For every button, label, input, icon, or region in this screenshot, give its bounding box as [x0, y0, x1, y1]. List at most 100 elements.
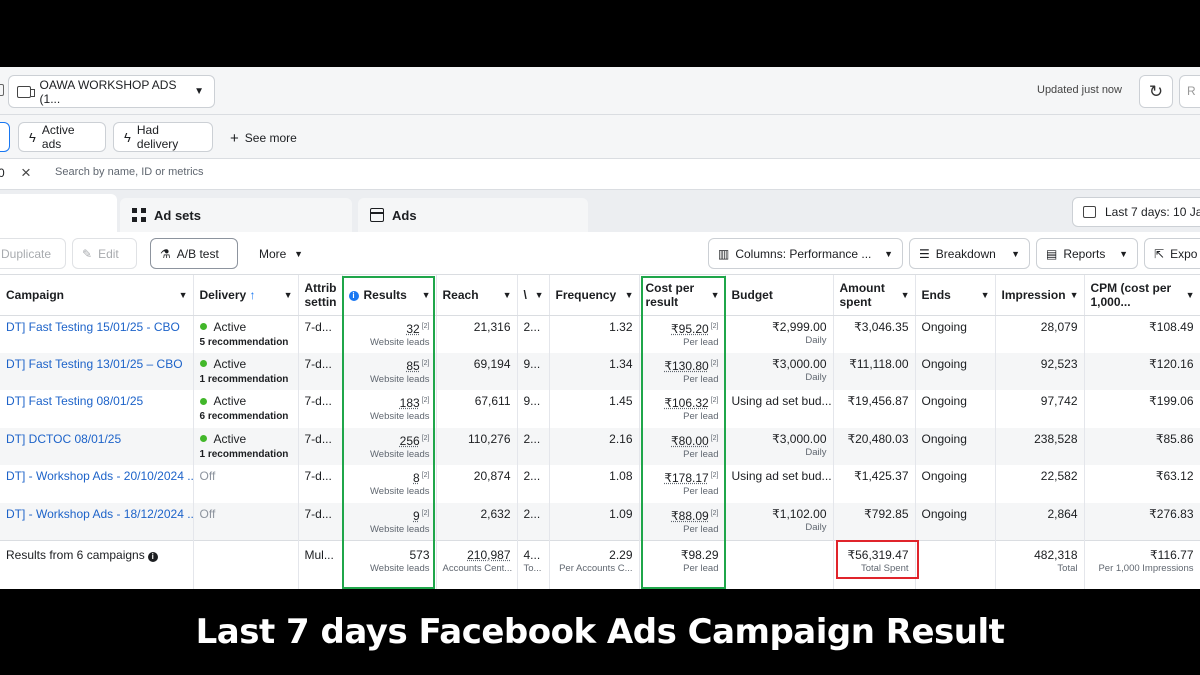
reach-cell: 110,276 [436, 427, 518, 465]
totals-budget-cell [725, 539, 834, 589]
column-header-frequency[interactable]: Frequency ▼ [549, 275, 640, 316]
results-sub: Website leads [370, 411, 430, 422]
totals-truncated-sub: To... [523, 562, 542, 574]
column-header-attribution[interactable]: Attrib settin [298, 275, 343, 316]
footnote-icon: [2] [710, 472, 719, 479]
columns-button[interactable]: ▥ Columns: Performance ... ▼ [708, 238, 903, 269]
header-label: Budget [731, 287, 773, 302]
duplicate-button[interactable]: Duplicate [0, 238, 66, 269]
column-header-delivery[interactable]: Delivery ↑ ▼ [193, 275, 299, 316]
recommendation-text[interactable]: 1 recommendation [200, 373, 292, 387]
caret-down-icon: ▼ [900, 290, 910, 300]
info-icon[interactable]: i [147, 551, 158, 562]
campaign-name-link[interactable]: DT] Fast Testing 15/01/25 - CBO [6, 320, 180, 334]
filter-row: ϟ Active ads ϟ Had delivery + See more [0, 115, 1200, 159]
cost-value: ₹88.09 [671, 508, 709, 523]
totals-label-cell: Results from 6 campaigns i [0, 539, 194, 589]
cost-sub: Per lead [683, 486, 719, 497]
tab-campaigns[interactable] [0, 194, 117, 232]
column-header-results[interactable]: i Results ▼ [342, 275, 437, 316]
ends-cell: Ongoing [915, 390, 996, 428]
campaign-cell[interactable]: DT] DCTOC 08/01/25 [0, 427, 194, 465]
column-header-impressions[interactable]: Impression ▼ [995, 275, 1085, 316]
results-header-text: Results [363, 287, 407, 302]
results-value: 85 [406, 358, 420, 373]
more-button[interactable]: More ▼ [250, 238, 312, 269]
recommendation-text[interactable]: 5 recommendation [200, 336, 292, 350]
table-row[interactable]: DT] DCTOC 08/01/25 Active 1 recommendation… [0, 427, 1200, 465]
column-header-amount-spent[interactable]: Amount spent ▼ [833, 275, 916, 316]
campaign-cell[interactable]: DT] - Workshop Ads - 18/12/2024 ... [0, 502, 194, 540]
footnote-icon: [2] [421, 434, 430, 442]
budget-value: ₹3,000.00 [772, 356, 827, 371]
ab-test-button[interactable]: ⚗ A/B test [150, 238, 238, 269]
ends-value: Ongoing [921, 506, 967, 521]
delivery-cell: Active 1 recommendation [193, 352, 299, 390]
column-header-reach[interactable]: Reach ▼ [436, 275, 518, 316]
campaign-cell[interactable]: DT] Fast Testing 08/01/25 [0, 390, 194, 428]
column-header-ends[interactable]: Ends ▼ [915, 275, 996, 316]
refresh-button[interactable]: ↻ [1139, 75, 1173, 108]
totals-truncated: 4... [523, 547, 541, 562]
panel-icon[interactable] [0, 84, 4, 96]
recommendation-text[interactable]: 1 recommendation [200, 448, 292, 462]
table-row[interactable]: DT] Fast Testing 13/01/25 – CBO Active 1 r… [0, 352, 1200, 390]
truncated-cell: 2... [517, 427, 550, 465]
table-row[interactable]: DT] - Workshop Ads - 18/12/2024 ... Off 7-… [0, 502, 1200, 540]
table-row[interactable]: DT] Fast Testing 08/01/25 Active 6 recomme… [0, 390, 1200, 428]
spent-cell: ₹11,118.00 [833, 352, 916, 390]
filter-chip-selected[interactable] [0, 122, 10, 152]
column-header-truncated[interactable]: \ ▼ [517, 275, 550, 316]
info-icon: i [348, 290, 359, 301]
close-icon[interactable]: × [21, 163, 31, 183]
edit-button[interactable]: ✎ Edit [72, 238, 137, 269]
active-dot-icon [199, 360, 207, 367]
reports-label: Reports [1063, 246, 1106, 261]
date-range-picker[interactable]: Last 7 days: 10 Jan [1072, 197, 1200, 227]
recommendation-text[interactable]: 6 recommendation [200, 410, 292, 424]
account-selector[interactable]: OAWA WORKSHOP ADS (1... ▼ [8, 75, 215, 108]
impressions-value: 28,079 [1040, 319, 1078, 334]
column-header-cost-per-result[interactable]: Cost per result ▼ [639, 275, 726, 316]
results-cell: 256 [2] Website leads [342, 427, 437, 465]
search-input[interactable] [55, 166, 555, 178]
active-dot-icon [199, 435, 207, 442]
results-value: 256 [399, 433, 420, 448]
campaign-cell[interactable]: DT] - Workshop Ads - 20/10/2024 ... [0, 465, 194, 503]
active-ads-filter[interactable]: ϟ Active ads [18, 122, 106, 152]
reach-value: 110,276 [468, 431, 511, 446]
footnote-icon: [2] [710, 509, 719, 517]
breakdown-button[interactable]: ☰ Breakdown ▼ [909, 238, 1030, 269]
campaign-name-link[interactable]: DT] Fast Testing 13/01/25 – CBO [6, 357, 183, 371]
campaign-name-link[interactable]: DT] Fast Testing 08/01/25 [6, 394, 143, 408]
totals-reach-cell: 210,987 Accounts Cent... [436, 539, 518, 589]
cost-value: ₹95.20 [671, 321, 709, 336]
results-sub: Website leads [370, 486, 430, 497]
totals-results-cell: 573 Website leads [342, 539, 437, 589]
had-delivery-filter[interactable]: ϟ Had delivery [113, 122, 213, 152]
budget-cell: ₹3,000.00 Daily [725, 427, 834, 465]
campaign-name-link[interactable]: DT] DCTOC 08/01/25 [6, 432, 121, 446]
campaign-cell[interactable]: DT] Fast Testing 13/01/25 – CBO [0, 352, 194, 390]
column-header-campaign[interactable]: Campaign ▼ [0, 275, 194, 316]
export-button[interactable]: ⇱ Expo [1144, 238, 1200, 269]
cost-value: ₹80.00 [671, 433, 709, 448]
bolt-icon: ϟ [124, 129, 131, 145]
frequency-value: 1.09 [609, 506, 633, 521]
reports-button[interactable]: ▤ Reports ▼ [1036, 238, 1138, 269]
campaign-cell[interactable]: DT] Fast Testing 15/01/25 - CBO [0, 315, 194, 353]
review-button[interactable]: R [1179, 75, 1200, 108]
table-row[interactable]: DT] - Workshop Ads - 20/10/2024 ... Off 7-… [0, 465, 1200, 503]
cost-cell: ₹95.20 [2] Per lead [639, 315, 726, 353]
column-header-budget[interactable]: Budget [725, 275, 834, 316]
see-more-button[interactable]: + See more [230, 130, 297, 147]
campaign-name-link[interactable]: DT] - Workshop Ads - 20/10/2024 ... [6, 469, 192, 483]
campaign-name-link[interactable]: DT] - Workshop Ads - 18/12/2024 ... [6, 507, 192, 521]
column-header-cpm[interactable]: CPM (cost per 1,000... ▼ [1084, 275, 1200, 316]
tab-ad-sets[interactable]: Ad sets [120, 198, 352, 232]
spent-cell: ₹1,425.37 [833, 465, 916, 503]
tab-ads[interactable]: Ads [358, 198, 588, 232]
reach-value: 20,874 [473, 469, 511, 483]
frequency-value: 1.08 [609, 469, 633, 483]
table-row[interactable]: DT] Fast Testing 15/01/25 - CBO Active 5 r… [0, 315, 1200, 353]
